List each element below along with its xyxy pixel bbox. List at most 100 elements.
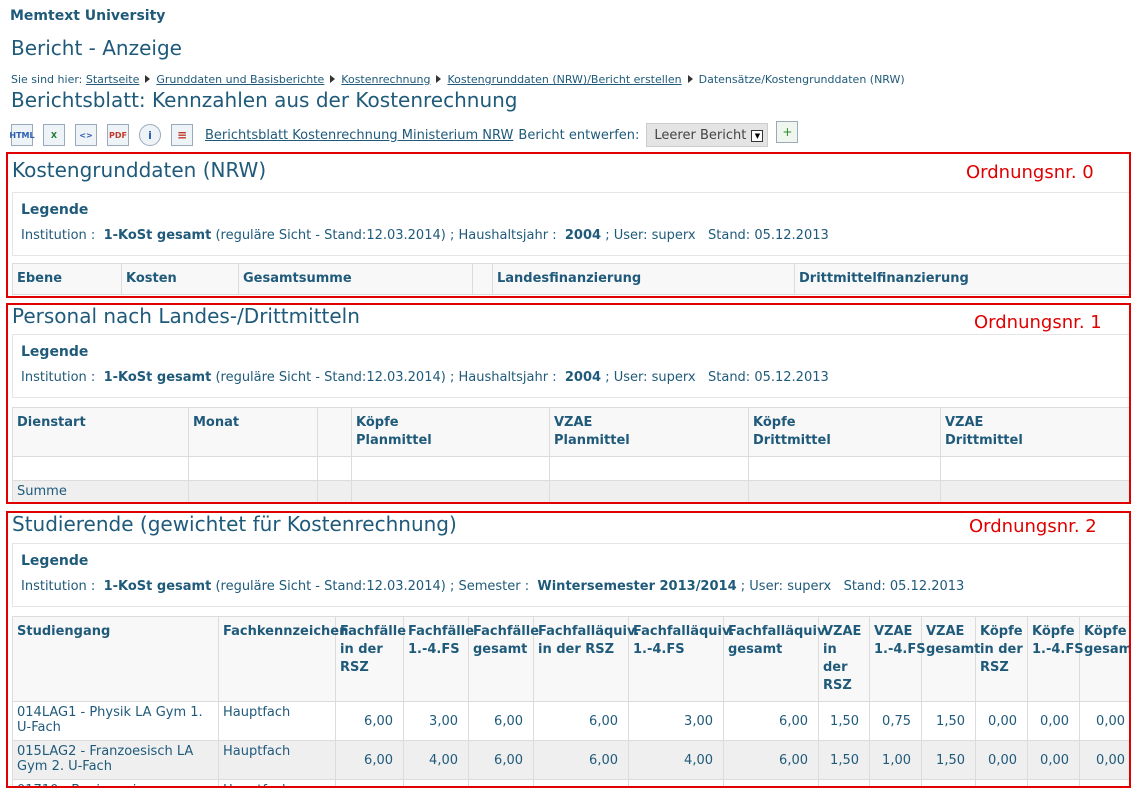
column-header[interactable]: Fachfälle 1.-4.FS [403, 616, 474, 702]
column-header[interactable]: Landesfinanzierung [492, 263, 795, 295]
legend-user: ; User: superx [605, 370, 696, 385]
studiengang-cell: 014LAG1 - Physik LA Gym 1. U-Fach [12, 701, 219, 741]
column-header[interactable]: Köpfe Drittmittel [748, 407, 941, 457]
column-header-line: VZAE [945, 415, 984, 430]
column-header-line: gesamt [926, 642, 981, 657]
value-cell: 4,00 [628, 740, 724, 780]
breadcrumb-link-kostenrechnung[interactable]: Kostenrechnung [341, 73, 430, 86]
column-header-line: RSZ [340, 660, 369, 675]
breadcrumb-current: Datensätze/Kostengrunddaten (NRW) [698, 73, 905, 86]
column-header[interactable]: Fachfalläquiv. gesamt [723, 616, 829, 702]
legend-user: ; User: superx [740, 579, 832, 594]
table-row[interactable]: 014LAG1 - Physik LA Gym 1. U-Fach Hauptfa… [12, 701, 1129, 741]
column-header-line: VZAE [926, 624, 965, 639]
info-icon[interactable]: i [139, 124, 161, 146]
value-cell: 0,00 [1027, 740, 1080, 780]
column-header[interactable]: Kosten [121, 263, 239, 295]
breadcrumb-link-startseite[interactable]: Startseite [86, 73, 140, 86]
column-header-line: 1.-4.FS [633, 642, 685, 657]
legend-text: Institution : 1-KoSt gesamt (reguläre Si… [21, 228, 829, 243]
column-header[interactable]: VZAE Planmittel [549, 407, 749, 457]
column-header[interactable]: Ebene [12, 263, 122, 295]
value-cell: 4,00 [403, 740, 469, 780]
legend-institution-value: 1-KoSt gesamt [103, 579, 212, 594]
kosten-table: Ebene Kosten Gesamtsumme Landesfinanzier… [12, 263, 1129, 295]
breadcrumb-arrow-icon [145, 75, 151, 83]
column-header-line: Köpfe [753, 415, 796, 430]
report-link[interactable]: Berichtsblatt Kostenrechnung Ministerium… [205, 128, 513, 143]
column-header[interactable]: Köpfe gesamt [1079, 616, 1131, 702]
value-cell: 6,00 [533, 701, 629, 741]
column-header[interactable]: Fachfalläquiv. 1.-4.FS [628, 616, 734, 702]
column-header[interactable]: Fachfälle in der RSZ [335, 616, 407, 702]
value-cell: 6,00 [1079, 779, 1129, 786]
legend-sicht: (reguläre Sicht - Stand:12.03.2014) ; [215, 579, 455, 594]
breadcrumb-link-bericht-erstellen[interactable]: Kostengrunddaten (NRW)/Bericht erstellen [447, 73, 681, 86]
legend-heading: Legende [21, 344, 89, 360]
section-title: Studierende (gewichtet für Kostenrechnun… [12, 512, 457, 536]
column-header[interactable]: Gesamtsumme [238, 263, 473, 295]
column-header[interactable]: Studiengang [12, 616, 219, 702]
legend-box: Legende Institution : 1-KoSt gesamt (reg… [12, 334, 1129, 398]
column-header-line: 1.-4.FS [1032, 642, 1084, 657]
xml-export-icon[interactable]: <> [75, 124, 97, 146]
report-list-icon[interactable]: ≡ [171, 124, 193, 146]
legend-sicht: (reguläre Sicht - Stand:12.03.2014) ; [215, 228, 455, 243]
column-header[interactable]: Dienstart [12, 407, 189, 457]
legend-institution-value: 1-KoSt gesamt [103, 228, 212, 243]
legend-stand: Stand: 05.12.2013 [708, 370, 829, 385]
value-cell: 1,50 [921, 740, 976, 780]
column-header-line: Fachfälle [473, 624, 540, 639]
column-header[interactable]: VZAE gesamt [921, 616, 980, 702]
column-header[interactable]: VZAE in der RSZ [818, 616, 870, 702]
column-header[interactable]: Köpfe in der RSZ [975, 616, 1028, 702]
value-cell: 10,00 [468, 779, 534, 786]
legend-sicht: (reguläre Sicht - Stand:12.03.2014) ; [215, 370, 455, 385]
column-header-line: VZAE [554, 415, 593, 430]
studiengang-cell: 015LAG2 - Franzoesisch LA Gym 2. U-Fach [12, 740, 219, 780]
value-cell: 1,00 [869, 740, 922, 780]
column-header[interactable]: Fachfälle gesamt [468, 616, 539, 702]
legend-heading: Legende [21, 553, 89, 569]
breadcrumb-link-grunddaten[interactable]: Grunddaten und Basisberichte [156, 73, 324, 86]
report-title: Berichtsblatt: Kennzahlen aus der Kosten… [11, 88, 518, 112]
column-header-line: Fachfalläquiv. [538, 624, 640, 639]
column-header-line: 1.-4.FS [874, 642, 926, 657]
value-cell: 3,00 [628, 701, 724, 741]
column-header[interactable]: Fachkennzeichen [218, 616, 348, 702]
chevron-down-icon[interactable]: ▼ [751, 130, 764, 142]
legend-box: Legende Institution : 1-KoSt gesamt (reg… [12, 192, 1129, 256]
new-report-icon[interactable]: + [776, 121, 799, 143]
table-header-row: Dienstart Monat Köpfe Planmittel VZAE Plan… [12, 407, 1129, 457]
legend-stand: Stand: 05.12.2013 [708, 228, 829, 243]
value-cell: 10,00 [335, 779, 404, 786]
column-header[interactable]: Monat [188, 407, 318, 457]
column-header-line: RSZ [980, 660, 1009, 675]
breadcrumb-arrow-icon [330, 75, 336, 83]
column-header-line: Fachkennzeichen [223, 624, 349, 639]
column-header-line: Fachfälle [340, 624, 407, 639]
sum-label: Summe [12, 480, 189, 502]
column-header-line: gesamt [1084, 642, 1131, 657]
html-export-icon[interactable]: HTML [9, 124, 35, 146]
column-header[interactable]: VZAE 1.-4.FS [869, 616, 926, 702]
value-cell: 0,00 [975, 701, 1028, 741]
legend-heading: Legende [21, 202, 89, 218]
value-cell: 10,00 [723, 779, 819, 786]
column-header-line: Monat [193, 415, 240, 430]
design-select[interactable]: Leerer Bericht ▼ [646, 123, 769, 147]
column-header[interactable]: Köpfe 1.-4.FS [1027, 616, 1084, 702]
column-header[interactable]: Köpfe Planmittel [351, 407, 550, 457]
column-header-line: 1.-4.FS [408, 642, 460, 657]
column-header-line: Dienstart [17, 415, 86, 430]
column-header-line: Studiengang [17, 624, 111, 639]
column-header[interactable]: Drittmittelfinanzierung [794, 263, 1129, 295]
table-row[interactable]: 015LAG2 - Franzoesisch LA Gym 2. U-Fach H… [12, 740, 1129, 780]
table-row[interactable]: 01710 - Bauingenieurwesen DiplomHauptfac… [12, 779, 1129, 786]
pdf-export-icon[interactable]: PDF [107, 124, 129, 146]
column-header-line: gesamt [473, 642, 528, 657]
column-header[interactable]: Fachfalläquiv. in der RSZ [533, 616, 639, 702]
excel-export-icon[interactable]: X [43, 124, 65, 146]
column-header[interactable]: VZAE Drittmittel [940, 407, 1129, 457]
column-header-line: Köpfe [980, 624, 1023, 639]
